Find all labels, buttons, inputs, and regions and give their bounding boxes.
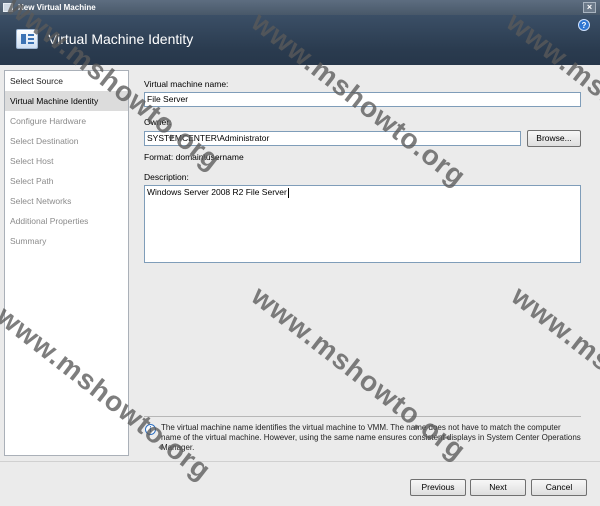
description-textarea[interactable]: Windows Server 2008 R2 File Server	[144, 185, 581, 263]
vm-name-value: File Server	[147, 94, 189, 104]
sidebar-item-configure-hardware: Configure Hardware	[10, 116, 87, 126]
vm-name-input[interactable]: File Server	[144, 92, 581, 107]
browse-button[interactable]: Browse...	[527, 130, 581, 147]
cancel-button[interactable]: Cancel	[531, 479, 587, 496]
owner-value: SYSTEMCENTER\Administrator	[147, 133, 270, 143]
app-icon	[3, 3, 13, 12]
vm-name-label: Virtual machine name:	[144, 79, 229, 89]
sidebar-item-additional-properties: Additional Properties	[10, 216, 89, 226]
footer-divider	[0, 461, 600, 462]
sidebar-item-select-host: Select Host	[10, 156, 54, 166]
description-label: Description:	[144, 172, 189, 182]
wizard-steps-sidebar: Select Source Virtual Machine Identity C…	[4, 70, 129, 456]
close-icon[interactable]: ×	[583, 2, 596, 13]
text-caret	[287, 187, 289, 198]
wizard-header: Virtual Machine Identity ?	[0, 15, 600, 65]
wizard-content: Virtual machine name: File Server Owner:…	[130, 70, 596, 456]
sidebar-item-select-source[interactable]: Select Source	[5, 71, 128, 91]
vm-identity-icon	[16, 29, 38, 49]
page-title: Virtual Machine Identity	[48, 31, 194, 47]
sidebar-item-vm-identity[interactable]: Virtual Machine Identity	[5, 91, 128, 111]
sidebar-item-select-destination: Select Destination	[10, 136, 79, 146]
window-title: New Virtual Machine	[18, 3, 96, 12]
owner-input[interactable]: SYSTEMCENTER\Administrator	[144, 131, 521, 146]
description-value: Windows Server 2008 R2 File Server	[147, 187, 287, 197]
sidebar-item-select-networks: Select Networks	[10, 196, 72, 206]
help-icon[interactable]: ?	[578, 19, 590, 31]
wizard-body: Select Source Virtual Machine Identity C…	[0, 65, 600, 506]
info-text: The virtual machine name identifies the …	[161, 423, 581, 452]
next-button[interactable]: Next	[470, 479, 526, 496]
sidebar-item-summary: Summary	[10, 236, 47, 246]
sidebar-item-select-path: Select Path	[10, 176, 54, 186]
info-icon: i	[145, 424, 156, 435]
window-titlebar: New Virtual Machine ×	[0, 0, 600, 15]
previous-button[interactable]: Previous	[410, 479, 466, 496]
owner-format-hint: Format: domain\username	[144, 152, 244, 162]
owner-label: Owner:	[144, 117, 172, 127]
info-separator	[144, 416, 581, 417]
